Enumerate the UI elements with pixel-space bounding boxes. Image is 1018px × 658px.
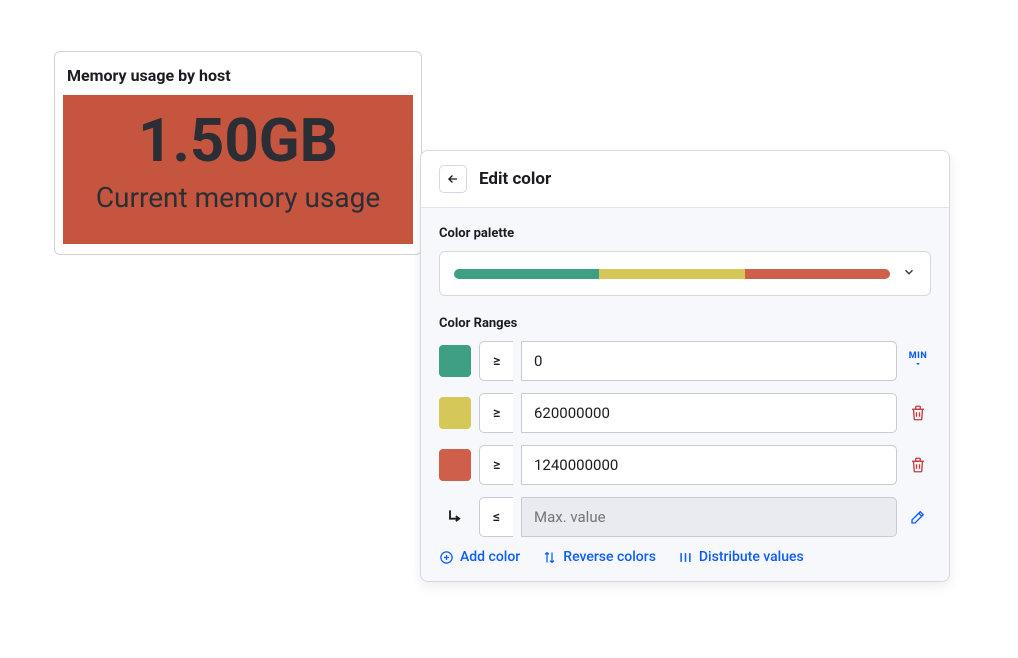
- palette-label: Color palette: [439, 226, 931, 241]
- indent-arrow-icon: [439, 501, 471, 533]
- arrow-left-icon: [446, 172, 460, 186]
- color-swatch-green[interactable]: [439, 345, 471, 377]
- operator-box[interactable]: ≥: [479, 393, 513, 433]
- add-color-button[interactable]: Add color: [439, 549, 520, 565]
- panel-body: Color palette Color Ranges ≥ MIN: [421, 208, 949, 581]
- max-range-row: ≤: [439, 497, 931, 537]
- add-color-label: Add color: [460, 549, 520, 565]
- footer-actions: Add color Reverse colors Distribute valu…: [439, 549, 931, 565]
- pencil-icon: [909, 508, 927, 526]
- plus-circle-icon: [439, 550, 454, 565]
- panel-title: Edit color: [479, 169, 551, 189]
- reverse-colors-button[interactable]: Reverse colors: [542, 549, 656, 565]
- memory-tile: 1.50GB Current memory usage: [63, 95, 413, 244]
- range-value-input[interactable]: [521, 393, 897, 433]
- range-value-input[interactable]: [521, 445, 897, 485]
- back-button[interactable]: [439, 165, 467, 193]
- delete-range-button[interactable]: [905, 452, 931, 478]
- palette-bar: [454, 269, 890, 279]
- distribute-values-label: Distribute values: [699, 549, 804, 565]
- delete-range-button[interactable]: [905, 400, 931, 426]
- palette-segment-yellow: [599, 269, 744, 279]
- range-row: ≥: [439, 393, 931, 433]
- palette-segment-red: [745, 269, 890, 279]
- range-row: ≥: [439, 445, 931, 485]
- operator-box[interactable]: ≥: [479, 445, 513, 485]
- operator-box[interactable]: ≤: [479, 497, 513, 537]
- min-indicator[interactable]: MIN: [905, 348, 931, 374]
- memory-card: Memory usage by host 1.50GB Current memo…: [54, 51, 422, 255]
- memory-subtitle: Current memory usage: [73, 180, 403, 216]
- operator-box[interactable]: ≥: [479, 341, 513, 381]
- ranges-label: Color Ranges: [439, 316, 931, 331]
- max-value-input[interactable]: [521, 497, 897, 537]
- distribute-values-button[interactable]: Distribute values: [678, 549, 804, 565]
- panel-header: Edit color: [421, 151, 949, 208]
- trash-icon: [909, 404, 927, 422]
- swap-vertical-icon: [542, 550, 557, 565]
- min-label: MIN: [909, 352, 927, 361]
- palette-segment-green: [454, 269, 599, 279]
- color-swatch-red[interactable]: [439, 449, 471, 481]
- palette-selector[interactable]: [439, 251, 931, 296]
- range-row: ≥ MIN: [439, 341, 931, 381]
- edit-max-button[interactable]: [905, 504, 931, 530]
- reverse-colors-label: Reverse colors: [563, 549, 656, 565]
- card-title: Memory usage by host: [63, 60, 413, 95]
- color-swatch-yellow[interactable]: [439, 397, 471, 429]
- trash-icon: [909, 456, 927, 474]
- distribute-icon: [678, 550, 693, 565]
- chevron-down-icon[interactable]: [902, 264, 916, 283]
- memory-value: 1.50GB: [73, 109, 403, 172]
- edit-color-panel: Edit color Color palette Color Ranges ≥ …: [420, 150, 950, 582]
- range-value-input[interactable]: [521, 341, 897, 381]
